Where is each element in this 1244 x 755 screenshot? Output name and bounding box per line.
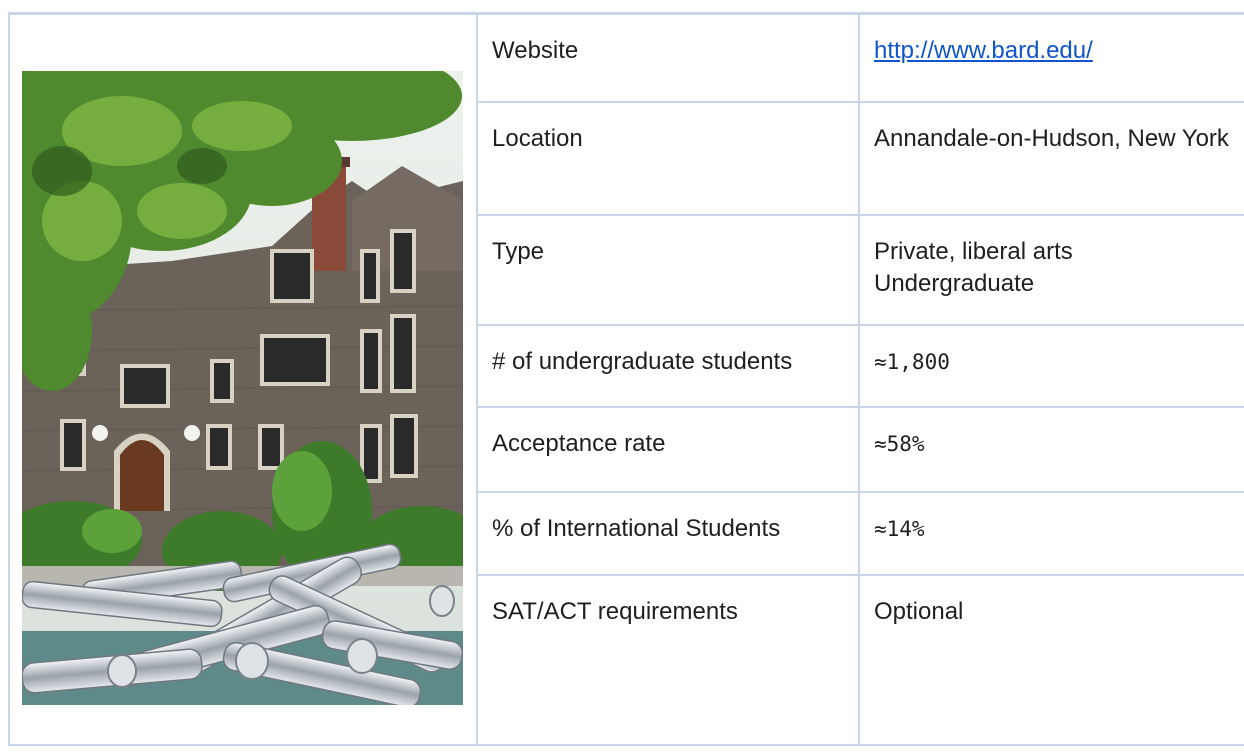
label-cell: Type: [476, 213, 860, 326]
table-row: Website http://www.bard.edu/: [8, 12, 1244, 746]
row-label-acceptance-rate: Acceptance rate: [492, 429, 666, 457]
value-cell: Optional: [858, 573, 1244, 746]
row-label-website: Website: [492, 37, 579, 64]
value-cell: Private, liberal arts Undergraduate: [858, 213, 1244, 326]
value-cell: ≈58%: [858, 405, 1244, 493]
row-value-undergrad-count: ≈1,800: [874, 349, 950, 374]
label-cell: % of International Students: [476, 490, 860, 576]
campus-photo: [22, 71, 463, 705]
value-cell: ≈14%: [858, 490, 1244, 576]
row-label-undergrad-count: # of undergraduate students: [492, 347, 793, 375]
row-value-location: Annandale-on-Hudson, New York: [874, 124, 1229, 152]
value-cell: ≈1,800: [858, 323, 1244, 408]
label-cell: SAT/ACT requirements: [476, 573, 860, 746]
value-cell: http://www.bard.edu/: [858, 12, 1244, 103]
college-info-table: Website http://www.bard.edu/ Location An…: [8, 12, 1244, 746]
label-cell: Acceptance rate: [476, 405, 860, 493]
value-cell: Annandale-on-Hudson, New York: [858, 100, 1244, 216]
row-value-acceptance-rate: ≈58%: [874, 431, 925, 456]
row-value-sat-act: Optional: [874, 597, 964, 625]
label-cell: Website: [476, 12, 860, 103]
label-cell: # of undergraduate students: [476, 323, 860, 408]
label-cell: Location: [476, 100, 860, 216]
photo-cell: [8, 12, 478, 746]
row-value-international: ≈14%: [874, 516, 925, 541]
row-label-international: % of International Students: [492, 514, 781, 542]
row-label-sat-act: SAT/ACT requirements: [492, 597, 738, 625]
website-link[interactable]: http://www.bard.edu/: [874, 37, 1093, 64]
row-value-type: Private, liberal arts Undergraduate: [874, 237, 1073, 297]
row-label-type: Type: [492, 237, 545, 265]
row-label-location: Location: [492, 124, 583, 152]
